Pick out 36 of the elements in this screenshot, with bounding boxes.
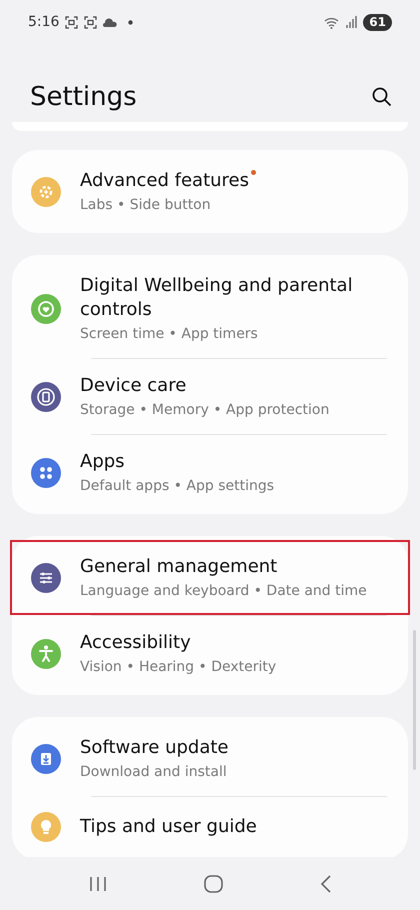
wifi-icon (324, 16, 340, 28)
recent-apps-icon[interactable] (88, 876, 106, 892)
settings-row[interactable]: Tips and user guide (10, 797, 410, 856)
signal-icon (346, 16, 358, 28)
battery-level: 61 (363, 14, 392, 30)
item-subtitle: Language and keyboard • Date and time (80, 582, 368, 601)
screenshot-icon (84, 16, 98, 28)
item-title: Digital Wellbeing and parental controls (80, 275, 353, 320)
item-subtitle: Default apps • App settings (80, 477, 276, 496)
screenshot-icon (65, 16, 78, 28)
back-icon[interactable] (320, 875, 332, 893)
item-subtitle: Storage • Memory • App protection (80, 401, 330, 420)
item-subtitle: Labs • Side button (80, 196, 212, 215)
search-icon[interactable] (372, 87, 392, 107)
settings-row[interactable]: Advanced features Labs • Side button (10, 154, 410, 229)
home-icon[interactable] (204, 875, 222, 893)
settings-row[interactable]: Digital Wellbeing and parental controls Screen time • App timers (10, 259, 410, 358)
item-title: Advanced features (80, 170, 249, 191)
item-title: Device care (80, 375, 186, 396)
item-title: Software update (80, 737, 228, 758)
item-title: Accessibility (80, 632, 191, 653)
settings-row[interactable]: Software update Download and install (10, 721, 410, 796)
item-subtitle: Download and install (80, 763, 228, 782)
page-title: Settings (30, 82, 137, 112)
item-subtitle: Vision • Hearing • Dexterity (80, 658, 278, 677)
cloud-icon (103, 18, 118, 26)
dot-icon (128, 20, 134, 24)
item-title: General management (80, 556, 278, 577)
settings-row[interactable]: Apps Default apps • App settings (10, 435, 410, 510)
item-subtitle: Screen time • App timers (80, 325, 259, 344)
item-title: Tips and user guide (80, 816, 257, 837)
settings-row[interactable]: Device care Storage • Memory • App protection (10, 359, 410, 434)
item-title: Apps (80, 451, 125, 472)
highlighted-settings-row[interactable]: General management Language and keyboard • Date and time (10, 540, 410, 615)
settings-row[interactable]: Accessibility Vision • Hearing • Dexterity (10, 616, 410, 691)
status-time: 5:16 (28, 14, 60, 30)
